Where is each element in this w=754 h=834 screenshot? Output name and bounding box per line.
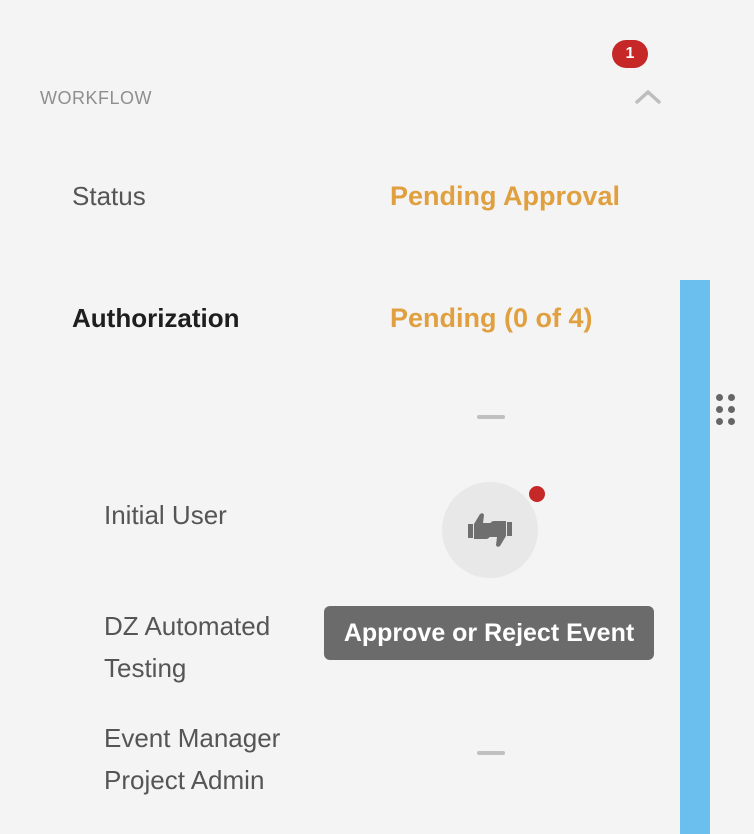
chevron-up-icon bbox=[635, 90, 661, 104]
status-value: Pending Approval bbox=[390, 181, 621, 211]
notification-badge: 1 bbox=[612, 40, 648, 68]
approve-reject-button[interactable] bbox=[442, 482, 538, 578]
section-title: WORKFLOW bbox=[40, 88, 152, 108]
approver-name: Initial User bbox=[104, 500, 227, 530]
drag-handle-icon[interactable] bbox=[716, 394, 738, 428]
no-action-dash bbox=[477, 415, 505, 419]
approver-name-text: DZ Automated Testing bbox=[104, 611, 271, 683]
approver-name: Event Manager Project Admin bbox=[104, 717, 304, 801]
notification-dot bbox=[529, 486, 545, 502]
thumbs-up-down-icon bbox=[468, 513, 512, 547]
authorization-value: Pending (0 of 4) bbox=[390, 303, 593, 333]
approver-name: DZ Automated Testing bbox=[104, 605, 304, 689]
collapse-toggle[interactable] bbox=[632, 86, 664, 106]
approve-reject-tooltip: Approve or Reject Event bbox=[324, 606, 654, 660]
no-action-dash bbox=[477, 751, 505, 755]
side-panel-bar[interactable] bbox=[680, 280, 710, 834]
approver-name-text: Event Manager Project Admin bbox=[104, 723, 281, 795]
authorization-label: Authorization bbox=[72, 303, 240, 333]
status-label: Status bbox=[72, 181, 146, 211]
